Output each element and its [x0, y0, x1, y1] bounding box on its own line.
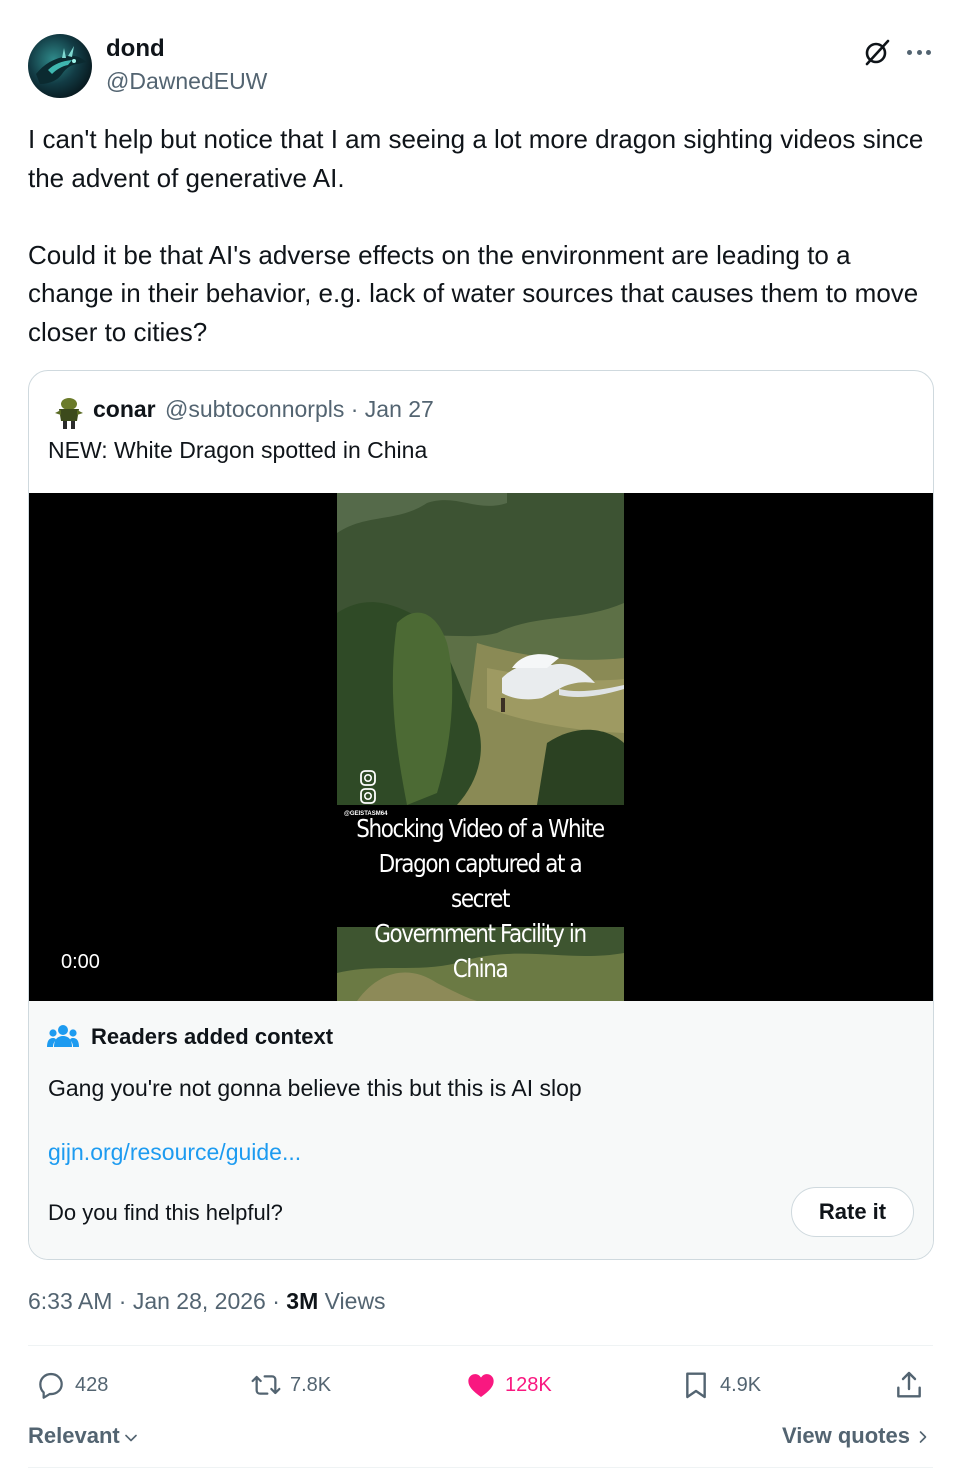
video-timestamp: 0:00: [49, 949, 112, 976]
quoted-author-handle-date[interactable]: @subtoconnorpls · Jan 27: [165, 396, 434, 423]
sort-replies-dropdown[interactable]: Relevant: [28, 1423, 140, 1449]
grok-icon[interactable]: [862, 37, 892, 67]
tweet: dond @DawnedEUW I can't help but notice …: [0, 0, 958, 1474]
author-avatar[interactable]: [28, 34, 92, 98]
timestamp[interactable]: 6:33 AM · Jan 28, 2026 ·: [28, 1288, 286, 1314]
community-notes: Readers added context Gang you're not go…: [29, 1001, 933, 1259]
tweet-paragraph: I can't help but notice that I am seeing…: [28, 124, 924, 193]
author-handle[interactable]: @DawnedEUW: [106, 68, 267, 95]
dragon-avatar-icon: [36, 46, 86, 84]
more-options-icon[interactable]: [904, 37, 934, 67]
bookmark-button[interactable]: 4.9K: [680, 1368, 761, 1402]
view-quotes-link[interactable]: View quotes: [782, 1423, 932, 1449]
reply-icon: [39, 1372, 63, 1399]
tweet-paragraph: Could it be that AI's adverse effects on…: [28, 239, 919, 347]
reply-button[interactable]: 428: [35, 1368, 108, 1402]
caption-line: Dragon captured at a secret: [378, 849, 583, 913]
repost-icon: [251, 1375, 281, 1395]
like-button[interactable]: 128K: [465, 1368, 552, 1402]
heart-filled-icon: [468, 1374, 494, 1397]
context-source-link[interactable]: gijn.org/resource/guide...: [48, 1139, 301, 1166]
instagram-watermark-icon: [360, 770, 376, 804]
divider: [28, 1467, 933, 1468]
quoted-author-avatar[interactable]: [53, 395, 85, 429]
video-player[interactable]: @GEISTASM64 Shocking Video of a White Dr…: [29, 493, 933, 1001]
divider: [28, 1345, 933, 1346]
caption-line: Shocking Video of a White: [356, 814, 605, 843]
reply-count: 428: [75, 1373, 109, 1396]
quoted-author-name[interactable]: conar: [93, 396, 156, 423]
repost-button[interactable]: 7.8K: [250, 1368, 331, 1402]
tweet-text: I can't help but notice that I am seeing…: [28, 120, 933, 351]
view-quotes-label: View quotes: [782, 1423, 910, 1448]
quoted-tweet[interactable]: conar @subtoconnorpls · Jan 27 NEW: Whit…: [28, 370, 934, 1260]
community-notes-icon: [47, 1025, 79, 1047]
author-display-name[interactable]: dond: [106, 35, 165, 63]
tweet-meta: 6:33 AM · Jan 28, 2026 · 3M Views: [28, 1288, 386, 1315]
share-icon: [897, 1371, 921, 1398]
bookmark-count: 4.9K: [720, 1373, 762, 1396]
share-button[interactable]: [893, 1368, 925, 1402]
caption-line: Government Facility in China: [374, 919, 587, 983]
chevron-down-icon: [124, 1434, 137, 1441]
views-label: Views: [318, 1288, 386, 1314]
video-caption: Shocking Video of a White Dragon capture…: [348, 811, 611, 986]
context-title: Readers added context: [91, 1024, 334, 1049]
views-count: 3M: [286, 1288, 319, 1314]
repost-count: 7.8K: [290, 1373, 332, 1396]
helpful-question: Do you find this helpful?: [48, 1200, 283, 1225]
like-count: 128K: [505, 1373, 552, 1396]
rate-it-button[interactable]: Rate it: [791, 1187, 914, 1237]
context-body: Gang you're not gonna believe this but t…: [48, 1075, 582, 1101]
quoted-tweet-text: NEW: White Dragon spotted in China: [48, 437, 428, 463]
sort-label: Relevant: [28, 1423, 120, 1448]
bookmark-icon: [686, 1372, 706, 1399]
chevron-right-icon: [919, 1431, 927, 1443]
